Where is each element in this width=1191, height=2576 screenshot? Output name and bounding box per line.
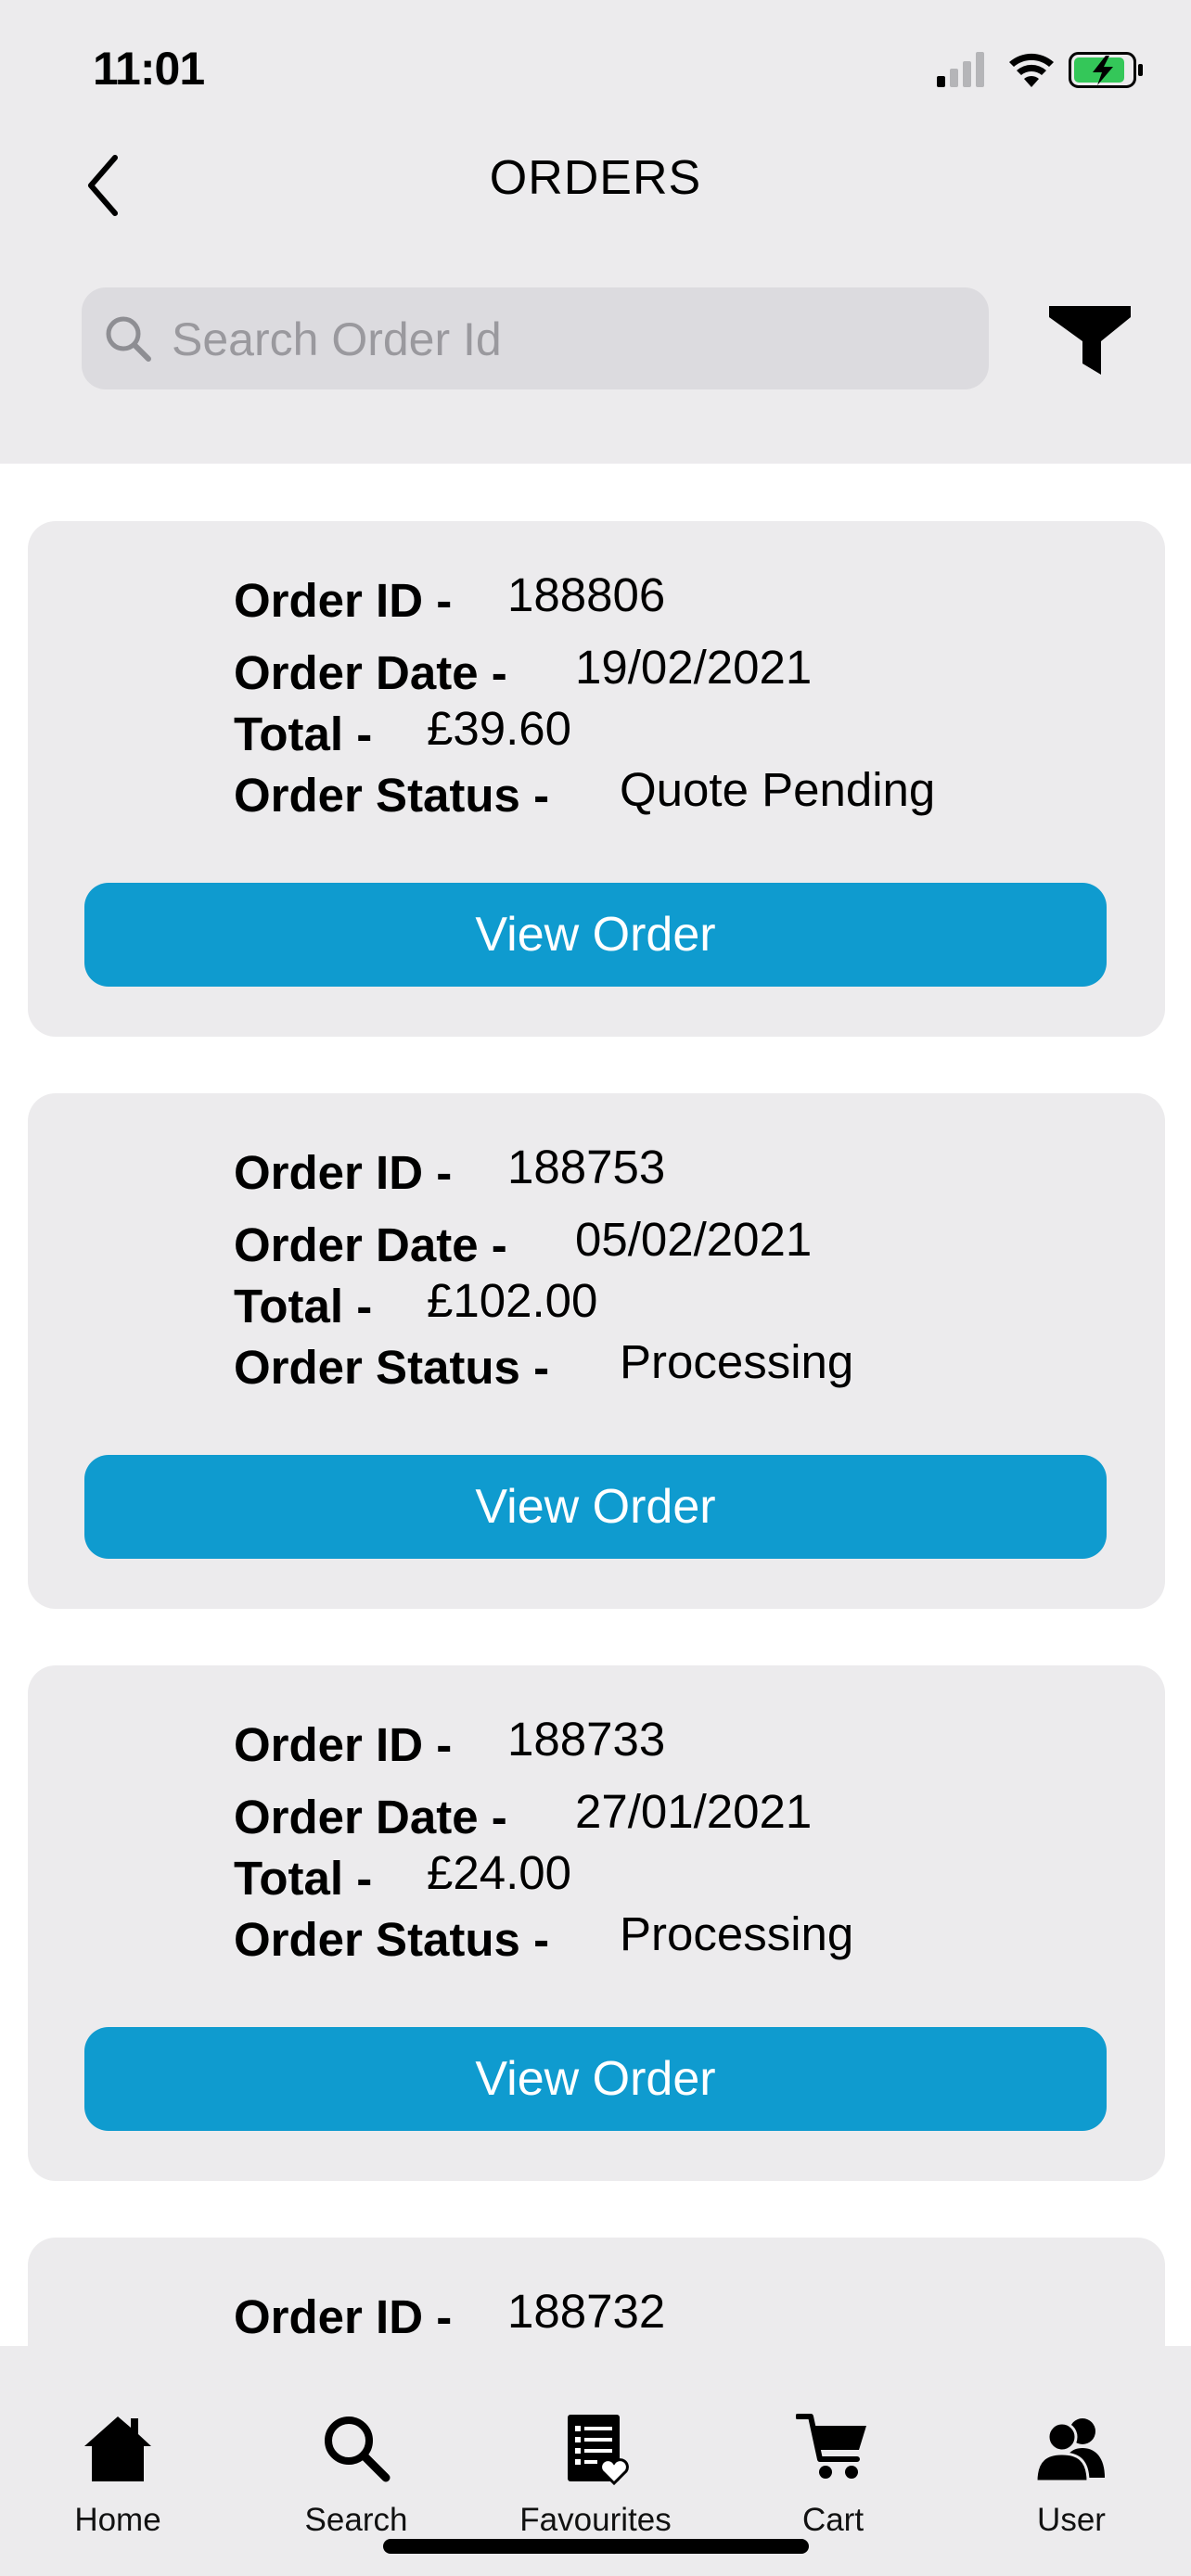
wifi-icon xyxy=(1009,53,1054,87)
order-total-value: £24.00 xyxy=(427,1846,571,1899)
order-card: Order ID - 188753 Order Date - 05/02/202… xyxy=(28,1093,1165,1609)
order-date-label: Order Date - xyxy=(234,646,507,699)
order-id-label: Order ID - xyxy=(234,574,453,627)
home-icon xyxy=(84,2417,151,2481)
order-status-value: Processing xyxy=(620,1907,854,1960)
search-input[interactable] xyxy=(170,287,971,391)
order-id-row: Order ID - 188753 xyxy=(234,1141,665,1201)
order-id-row: Order ID - 188733 xyxy=(234,1713,665,1773)
tab-label: Cart xyxy=(801,2502,864,2538)
header: 11:01 ORDERS xyxy=(0,0,1191,464)
order-total-label: Total - xyxy=(234,1280,373,1333)
order-id-value: 188733 xyxy=(507,1713,666,1766)
view-order-button[interactable]: View Order xyxy=(84,1455,1107,1559)
user-icon xyxy=(1034,2418,1105,2483)
order-date-value: 27/01/2021 xyxy=(575,1785,813,1838)
order-id-label: Order ID - xyxy=(234,2290,453,2343)
home-indicator[interactable] xyxy=(383,2539,809,2554)
order-total-row: Total - £24.00 xyxy=(234,1846,571,1906)
order-id-value: 188806 xyxy=(507,568,666,621)
status-time: 11:01 xyxy=(93,43,205,95)
order-id-value: 188753 xyxy=(507,1141,666,1193)
search-icon xyxy=(325,2417,391,2482)
order-total-label: Total - xyxy=(234,708,373,760)
page-title: ORDERS xyxy=(489,151,702,205)
favourites-icon xyxy=(568,2415,629,2485)
order-status-label: Order Status - xyxy=(234,769,550,822)
order-list: Order ID - 188806 Order Date - 19/02/202… xyxy=(28,521,1165,2572)
tab-label: User xyxy=(1037,2502,1106,2538)
order-status-label: Order Status - xyxy=(234,1341,550,1394)
order-date-row: Order Date - 05/02/2021 xyxy=(234,1213,812,1273)
order-status-label: Order Status - xyxy=(234,1913,550,1966)
order-total-value: £102.00 xyxy=(427,1274,598,1327)
tab-user[interactable]: User xyxy=(969,2346,1173,2576)
search-bar[interactable] xyxy=(82,287,989,391)
order-total-label: Total - xyxy=(234,1852,373,1905)
order-total-row: Total - £102.00 xyxy=(234,1274,597,1334)
order-date-row: Order Date - 27/01/2021 xyxy=(234,1785,812,1845)
order-status-value: Processing xyxy=(620,1335,854,1388)
tab-label: Home xyxy=(74,2502,161,2538)
order-date-label: Order Date - xyxy=(234,1791,507,1843)
order-status-value: Quote Pending xyxy=(620,763,936,816)
order-date-row: Order Date - 19/02/2021 xyxy=(234,641,812,701)
cart-icon xyxy=(796,2414,866,2479)
order-card: Order ID - 188806 Order Date - 19/02/202… xyxy=(28,521,1165,1037)
order-status-row: Order Status - Processing xyxy=(234,1907,853,1968)
order-id-label: Order ID - xyxy=(234,1718,453,1771)
battery-icon xyxy=(1069,52,1143,88)
tab-label: Search xyxy=(304,2502,408,2538)
order-id-value: 188732 xyxy=(507,2285,666,2338)
order-card: Order ID - 188733 Order Date - 27/01/202… xyxy=(28,1665,1165,2181)
cellular-signal-icon xyxy=(937,52,984,87)
order-id-row: Order ID - 188732 xyxy=(234,2285,665,2345)
view-order-button[interactable]: View Order xyxy=(84,2027,1107,2131)
order-status-row: Order Status - Processing xyxy=(234,1335,853,1396)
order-date-label: Order Date - xyxy=(234,1218,507,1271)
status-icons xyxy=(937,52,1143,88)
order-id-label: Order ID - xyxy=(234,1146,453,1199)
order-date-value: 19/02/2021 xyxy=(575,641,813,694)
filter-icon[interactable] xyxy=(1044,299,1136,378)
order-id-row: Order ID - 188806 xyxy=(234,568,665,629)
tab-home[interactable]: Home xyxy=(16,2346,220,2576)
tab-label: Favourites xyxy=(519,2502,672,2538)
order-date-value: 05/02/2021 xyxy=(575,1213,813,1266)
order-total-row: Total - £39.60 xyxy=(234,702,571,762)
order-status-row: Order Status - Quote Pending xyxy=(234,763,935,823)
view-order-button[interactable]: View Order xyxy=(84,883,1107,987)
order-total-value: £39.60 xyxy=(427,702,571,755)
search-icon xyxy=(106,316,151,362)
